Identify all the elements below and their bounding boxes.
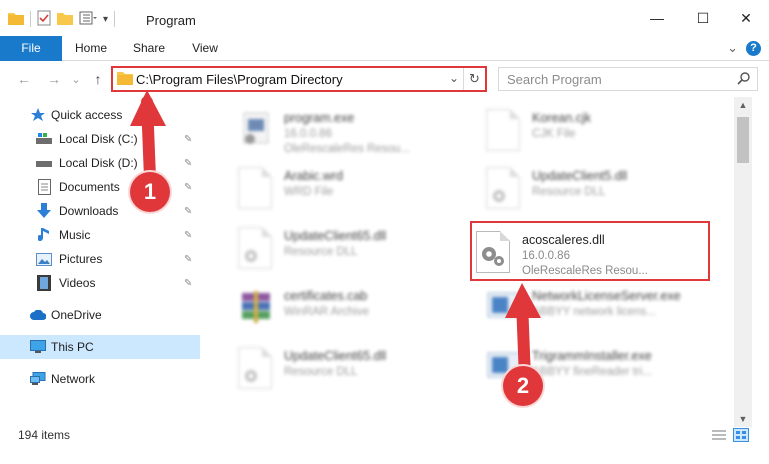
arrow-to-acoscaleres — [505, 283, 541, 384]
callout-2-badge: 2 — [503, 366, 543, 406]
file-explorer-window: ▾ Program — ☐ ✕ File Home Share View ⌄ ?… — [0, 0, 769, 464]
annotation-arrows — [130, 90, 541, 384]
callout-1-badge: 1 — [130, 172, 170, 212]
arrow-to-address-bar — [130, 90, 166, 184]
